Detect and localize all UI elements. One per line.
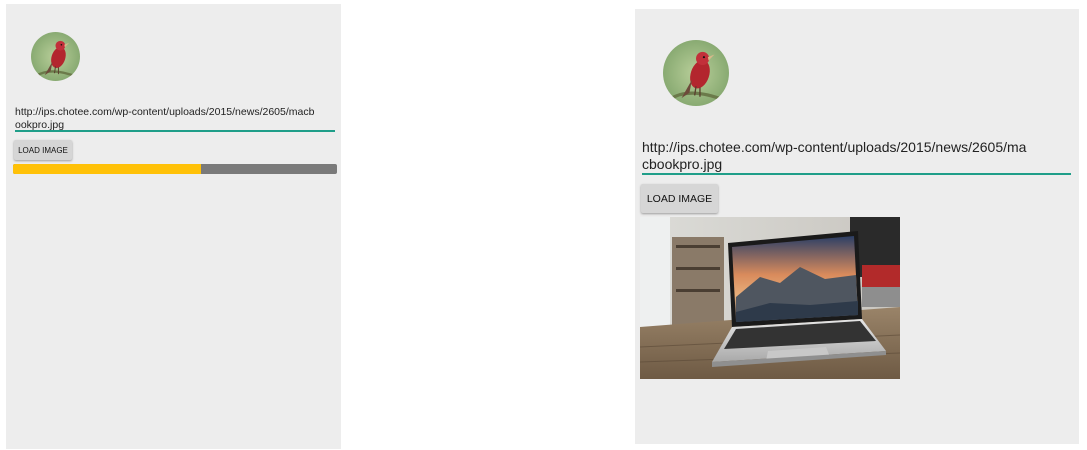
macbook-photo-image [640, 217, 900, 379]
image-url-input[interactable]: http://ips.chotee.com/wp-content/uploads… [15, 106, 315, 131]
progress-bar-fill [13, 164, 201, 174]
image-url-input[interactable]: http://ips.chotee.com/wp-content/uploads… [642, 139, 1032, 173]
bird-avatar-icon [31, 32, 80, 81]
app-screen-loading: http://ips.chotee.com/wp-content/uploads… [6, 4, 341, 449]
load-image-button[interactable]: LOAD IMAGE [14, 140, 72, 160]
download-progress-bar [13, 164, 337, 174]
app-screen-loaded: http://ips.chotee.com/wp-content/uploads… [635, 9, 1079, 444]
load-image-button[interactable]: LOAD IMAGE [641, 184, 718, 213]
bird-avatar-icon [663, 40, 729, 106]
url-input-underline [642, 173, 1071, 175]
url-input-underline [15, 130, 335, 132]
